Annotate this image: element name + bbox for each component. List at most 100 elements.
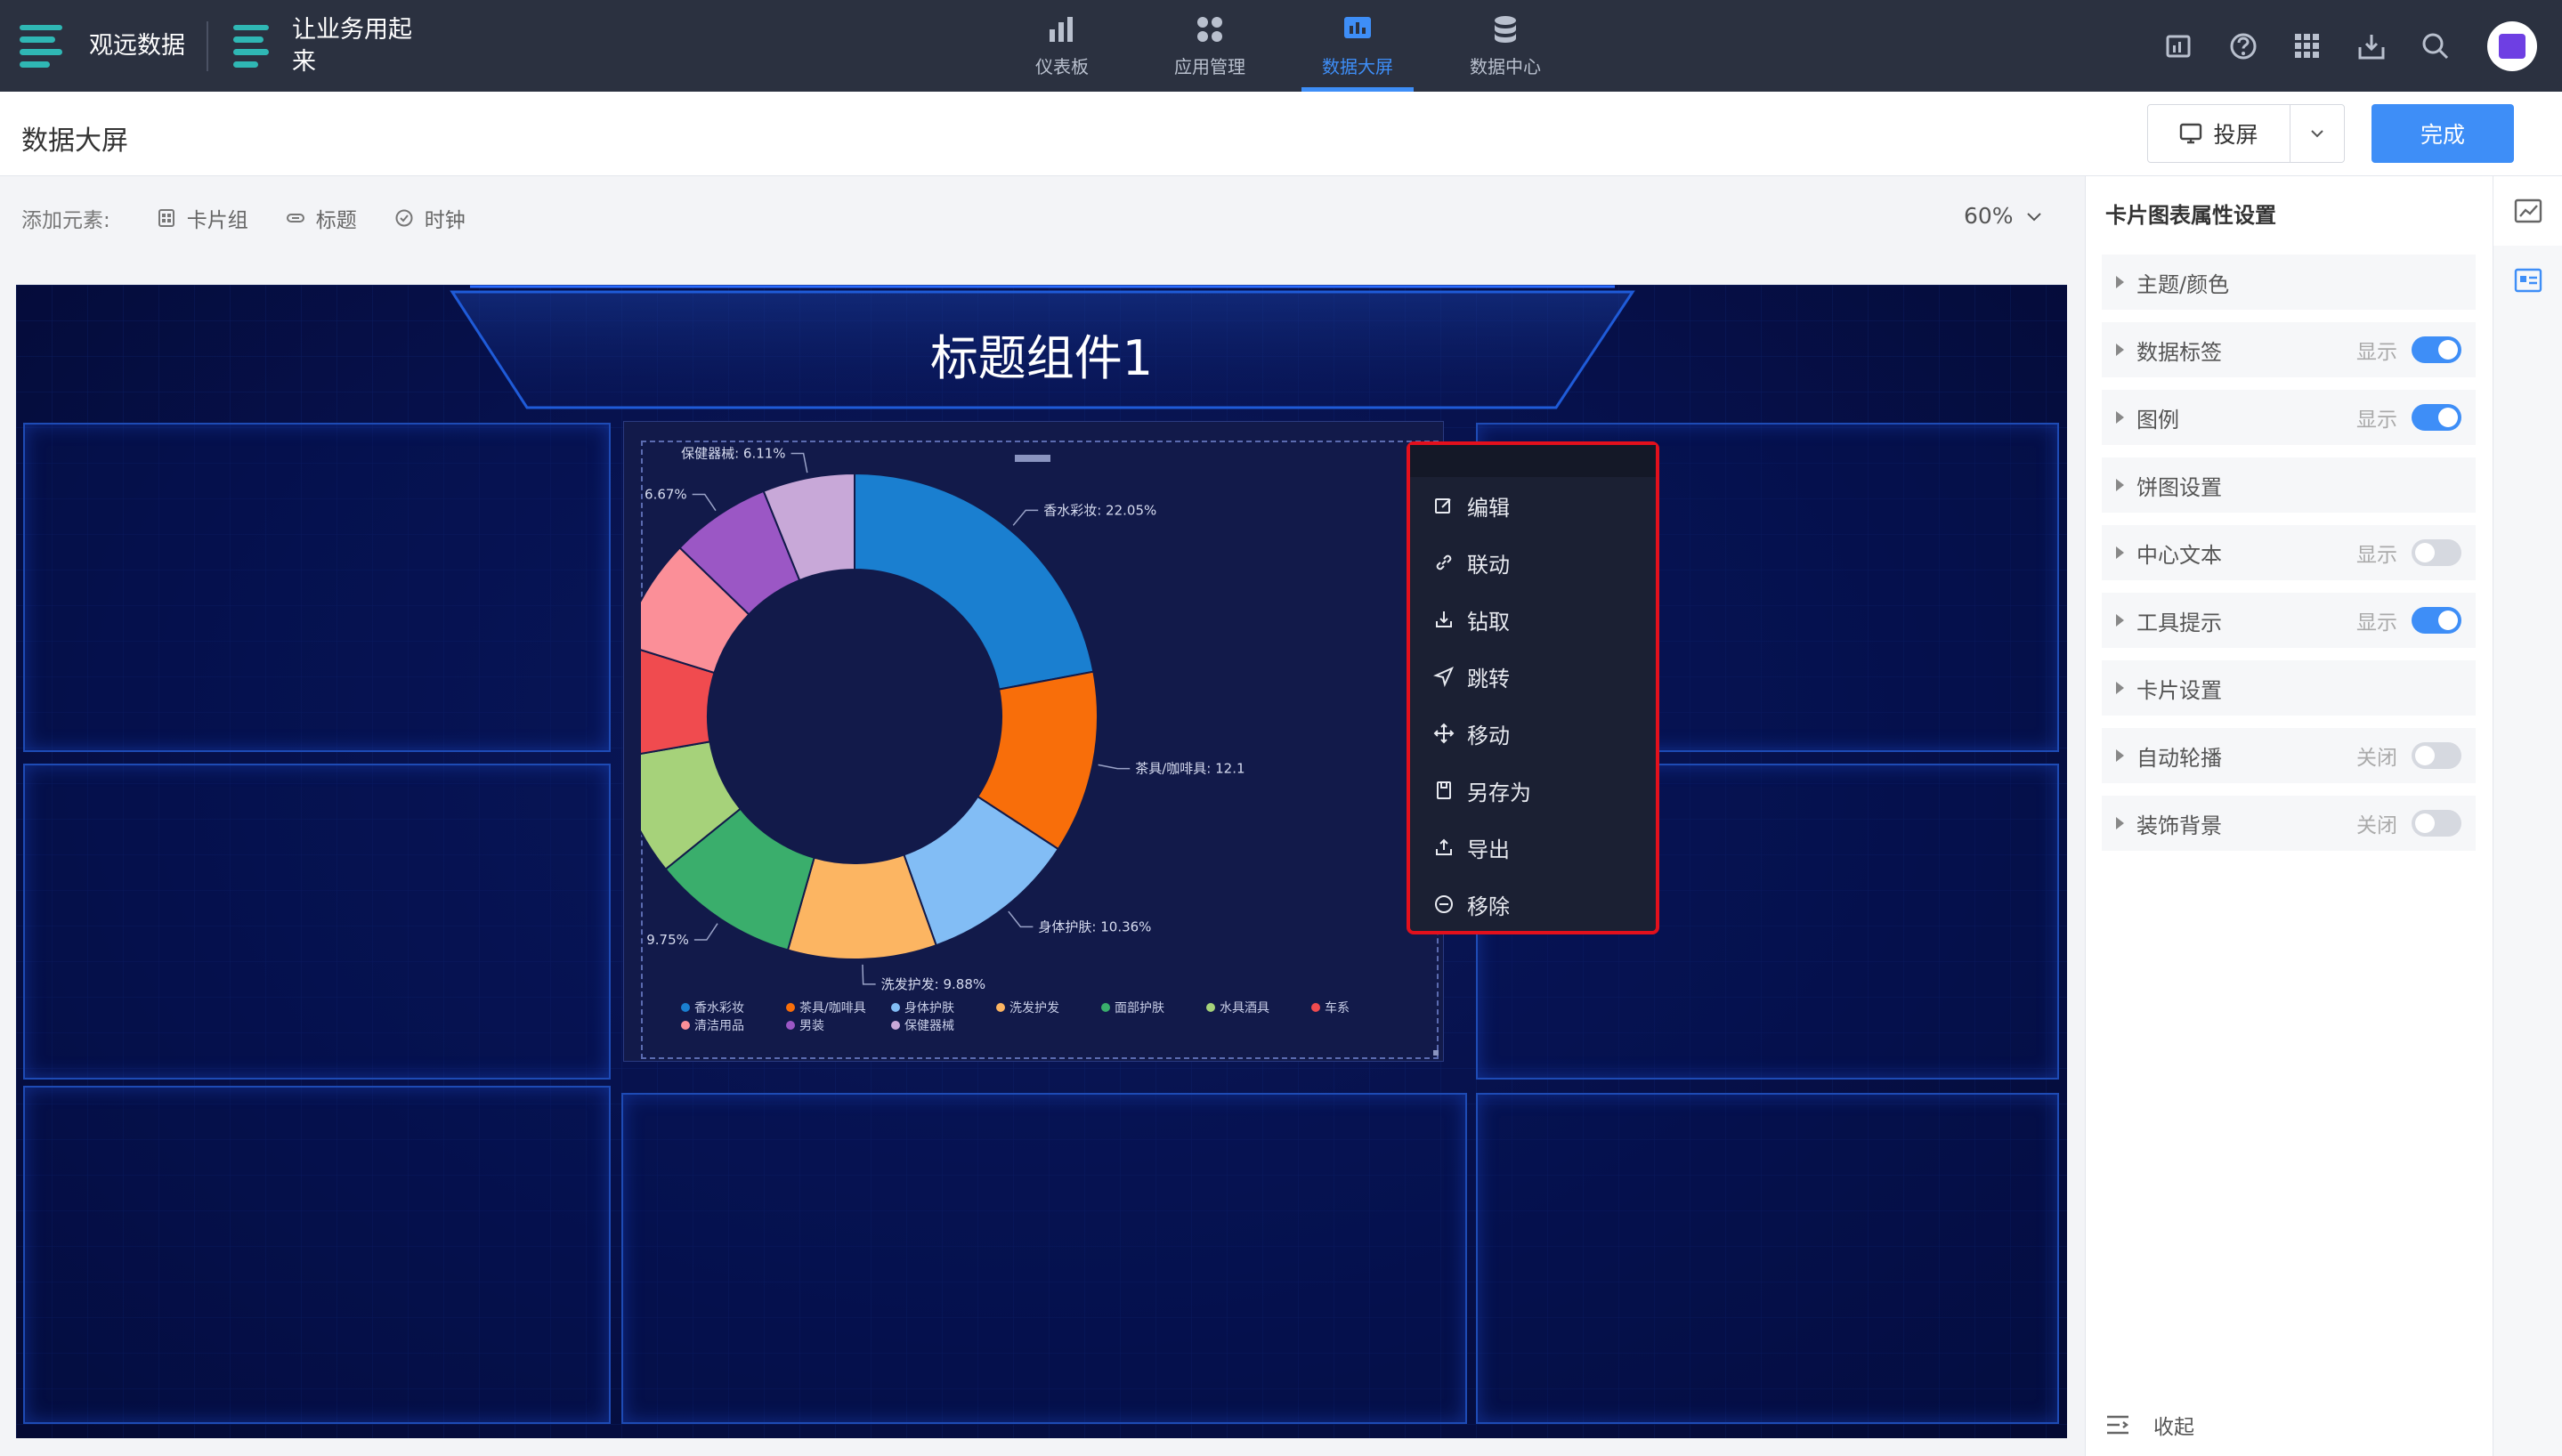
legend-marker bbox=[1101, 1003, 1110, 1012]
prop-toggle[interactable] bbox=[2412, 810, 2461, 837]
legend-item[interactable]: 清洁用品 bbox=[694, 1019, 744, 1033]
add-clock-button[interactable]: 时钟 bbox=[394, 203, 466, 233]
chart-settings-icon bbox=[2514, 198, 2542, 223]
caret-right-icon bbox=[2116, 411, 2124, 424]
nav-data-center[interactable]: 数据中心 bbox=[1431, 0, 1579, 92]
save-as-icon bbox=[1437, 781, 1451, 799]
properties-panel: 卡片图表属性设置 主题/颜色 数据标签 显示 图例 显示 饼图设置 中心文本 显示 工具提示 显示… bbox=[2085, 176, 2493, 1456]
prop-toggle[interactable] bbox=[2412, 336, 2461, 363]
legend-marker bbox=[1206, 1003, 1215, 1012]
send-icon bbox=[1433, 667, 1454, 687]
nav-apps[interactable]: 应用管理 bbox=[1136, 0, 1284, 92]
prop-row[interactable]: 图例 显示 bbox=[2102, 390, 2476, 445]
label-leader-line bbox=[790, 452, 808, 473]
download-icon bbox=[2358, 34, 2385, 59]
add-card-group-button[interactable]: 卡片组 bbox=[157, 203, 248, 233]
report-button[interactable] bbox=[2163, 30, 2195, 62]
menu-item-link[interactable]: 联动 bbox=[1410, 534, 1656, 591]
caret-right-icon bbox=[2116, 682, 2124, 694]
caret-right-icon bbox=[2116, 344, 2124, 356]
card-panel[interactable] bbox=[621, 1093, 1467, 1424]
legend-marker bbox=[681, 1003, 690, 1012]
legend-item[interactable]: 水具酒具 bbox=[1220, 1001, 1269, 1015]
collapse-button[interactable]: 收起 bbox=[2105, 1410, 2194, 1440]
chart-props-tab[interactable] bbox=[2493, 176, 2562, 246]
prop-toggle[interactable] bbox=[2412, 539, 2461, 566]
menu-item-save-as[interactable]: 另存为 bbox=[1410, 762, 1656, 819]
prop-row[interactable]: 装饰背景 关闭 bbox=[2102, 796, 2476, 851]
resize-handle[interactable] bbox=[1433, 1050, 1439, 1056]
menu-item-label: 移除 bbox=[1467, 894, 1510, 919]
legend-item[interactable]: 洗发护发 bbox=[1009, 1001, 1059, 1015]
prop-toggle[interactable] bbox=[2412, 404, 2461, 431]
user-avatar[interactable] bbox=[2487, 20, 2537, 71]
zoom-select[interactable]: 60% bbox=[1964, 203, 2044, 229]
legend-item[interactable]: 茶具/咖啡具 bbox=[799, 1001, 866, 1015]
legend-item[interactable]: 香水彩妆 bbox=[694, 1001, 744, 1015]
nav-label: 数据中心 bbox=[1470, 56, 1541, 77]
menu-item-move[interactable]: 移动 bbox=[1410, 705, 1656, 762]
menu-item-export[interactable]: 导出 bbox=[1410, 819, 1656, 876]
app-switcher[interactable]: 让业务用起来 bbox=[233, 0, 434, 92]
nav-label: 应用管理 bbox=[1174, 56, 1245, 77]
card-panel[interactable] bbox=[23, 1086, 611, 1424]
drag-handle[interactable] bbox=[1015, 455, 1050, 462]
prop-row[interactable]: 卡片设置 bbox=[2102, 660, 2476, 716]
data-label: 香水彩妆: 22.05% bbox=[1043, 502, 1156, 518]
edit-icon bbox=[1435, 498, 1451, 514]
nav-dashboard[interactable]: 仪表板 bbox=[988, 0, 1136, 92]
grid-icon bbox=[2295, 33, 2319, 58]
menu-item-jump[interactable]: 跳转 bbox=[1410, 648, 1656, 705]
prop-row[interactable]: 自动轮播 关闭 bbox=[2102, 728, 2476, 783]
add-title-button[interactable]: 标题 bbox=[286, 203, 357, 233]
nav-data-screen[interactable]: 数据大屏 bbox=[1284, 0, 1431, 92]
app-grid-button[interactable] bbox=[2291, 30, 2323, 62]
legend-item[interactable]: 车系 bbox=[1325, 1000, 1350, 1015]
cast-icon bbox=[2180, 123, 2202, 144]
nav-label: 仪表板 bbox=[1035, 56, 1089, 77]
data-label: 保健器械: 6.11% bbox=[681, 446, 785, 462]
label-leader-line bbox=[692, 493, 717, 512]
cast-button[interactable]: 投屏 bbox=[2148, 105, 2290, 162]
cast-dropdown-button[interactable] bbox=[2290, 105, 2344, 162]
menu-item-label: 钻取 bbox=[1467, 609, 1510, 635]
legend-marker bbox=[891, 1021, 900, 1030]
menu-item-drill[interactable]: 钻取 bbox=[1410, 591, 1656, 648]
card-panel[interactable] bbox=[23, 423, 611, 752]
caret-right-icon bbox=[2116, 276, 2124, 288]
legend-item[interactable]: 男装 bbox=[799, 1019, 824, 1033]
search-button[interactable] bbox=[2420, 30, 2452, 62]
board-title[interactable]: 标题组件1 bbox=[16, 319, 2067, 389]
download-button[interactable] bbox=[2355, 30, 2388, 62]
menu-lines-icon bbox=[20, 24, 62, 68]
prop-row[interactable]: 中心文本 显示 bbox=[2102, 525, 2476, 580]
prop-row[interactable]: 数据标签 显示 bbox=[2102, 322, 2476, 377]
brand-logo[interactable]: 观远数据 bbox=[20, 0, 187, 92]
prop-row[interactable]: 工具提示 显示 bbox=[2102, 593, 2476, 648]
prop-toggle[interactable] bbox=[2412, 607, 2461, 634]
prop-row[interactable]: 饼图设置 bbox=[2102, 457, 2476, 513]
caret-right-icon bbox=[2116, 749, 2124, 762]
data-label: 茶具/咖啡具: 12.1 bbox=[1135, 761, 1245, 777]
legend-item[interactable]: 身体护肤 bbox=[904, 1001, 954, 1015]
card-panel[interactable] bbox=[23, 764, 611, 1080]
card-panel[interactable] bbox=[1476, 1093, 2059, 1424]
prop-toggle[interactable] bbox=[2412, 742, 2461, 769]
card-props-tab[interactable] bbox=[2493, 246, 2562, 315]
collapse-icon bbox=[2107, 1415, 2128, 1435]
prop-row[interactable]: 主题/颜色 bbox=[2102, 255, 2476, 310]
done-button[interactable]: 完成 bbox=[2371, 104, 2514, 163]
legend-item[interactable]: 保健器械 bbox=[904, 1019, 954, 1033]
card-group-icon bbox=[158, 209, 174, 227]
menu-item-edit[interactable]: 编辑 bbox=[1410, 477, 1656, 534]
brand-name: 观远数据 bbox=[89, 31, 185, 60]
legend-item[interactable]: 面部护肤 bbox=[1115, 1001, 1164, 1015]
label-leader-line bbox=[862, 964, 876, 985]
help-button[interactable] bbox=[2227, 30, 2259, 62]
menu-item-label: 编辑 bbox=[1467, 495, 1510, 521]
export-icon bbox=[1436, 838, 1452, 855]
prop-name: 数据标签 bbox=[2136, 339, 2222, 365]
caret-right-icon bbox=[2116, 817, 2124, 829]
donut-chart[interactable]: 香水彩妆: 22.05% 茶具/咖啡具: 12.1 身体护肤: 10.36% 洗发护发… bbox=[641, 441, 1439, 1059]
menu-item-remove[interactable]: 移除 bbox=[1410, 876, 1656, 933]
